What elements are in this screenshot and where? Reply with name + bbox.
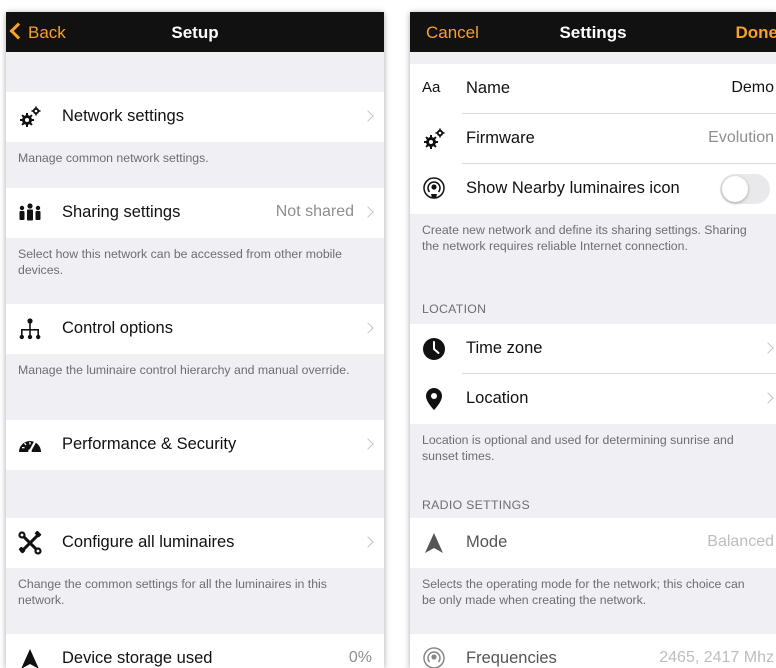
show-nearby-toggle[interactable] — [720, 174, 770, 204]
frequencies-row: Frequencies 2465, 2417 Mhz — [410, 634, 776, 668]
settings-screen: Cancel Settings Done Aa Name Demo Firmwa… — [410, 12, 776, 668]
navigation-bar: Back Setup — [6, 12, 384, 52]
firmware-value: Evolution — [708, 129, 774, 146]
configure-all-note: Change the common settings for all the l… — [18, 577, 327, 607]
mode-row: Mode Balanced — [410, 518, 776, 568]
performance-security-row[interactable]: Performance & Security — [6, 420, 384, 470]
page-title: Setup — [171, 23, 219, 42]
gears-icon — [20, 106, 41, 127]
network-settings-note: Manage common network settings. — [18, 151, 209, 165]
show-nearby-label: Show Nearby luminaires icon — [466, 179, 680, 197]
arrow-up-icon — [21, 649, 39, 668]
name-label: Name — [466, 79, 511, 97]
chevron-right-icon — [362, 110, 374, 122]
location-note: Location is optional and used for determ… — [422, 433, 734, 463]
firmware-label: Firmware — [466, 129, 535, 147]
setup-screen: Back Setup Network settings Manage commo… — [6, 12, 384, 668]
device-storage-value: 0% — [348, 649, 372, 666]
chevron-right-icon — [762, 392, 774, 404]
frequencies-label: Frequencies — [466, 649, 557, 667]
network-settings-label: Network settings — [62, 107, 184, 125]
control-options-row[interactable]: Control options — [6, 304, 384, 354]
performance-security-label: Performance & Security — [62, 435, 237, 453]
section-header-location: LOCATION — [422, 302, 487, 316]
section-header-radio: RADIO SETTINGS — [422, 498, 531, 512]
device-storage-label: Device storage used — [62, 649, 213, 667]
name-value: Demo — [731, 79, 774, 96]
sharing-settings-note: Select how this network can be accessed … — [18, 247, 342, 277]
mode-label: Mode — [466, 533, 508, 551]
nearby-note: Create new network and define its sharin… — [422, 223, 747, 253]
device-storage-row: Device storage used 0% — [6, 634, 384, 668]
name-row[interactable]: Aa Name Demo — [410, 64, 776, 114]
network-settings-row[interactable]: Network settings — [6, 92, 384, 142]
speedometer-icon — [19, 440, 41, 453]
chevron-right-icon — [762, 342, 774, 354]
location-label: Location — [466, 389, 529, 407]
time-zone-row[interactable]: Time zone — [410, 324, 776, 374]
tools-icon — [18, 531, 42, 555]
control-options-label: Control options — [62, 319, 173, 337]
frequencies-value: 2465, 2417 Mhz — [659, 649, 774, 666]
page-title: Settings — [559, 23, 627, 42]
people-icon — [19, 203, 41, 221]
chevron-right-icon — [362, 206, 374, 218]
time-zone-label: Time zone — [466, 339, 543, 357]
clock-icon — [423, 338, 445, 360]
chevron-right-icon — [362, 438, 374, 450]
configure-all-row[interactable]: Configure all luminaires — [6, 518, 384, 568]
show-nearby-row: Show Nearby luminaires icon — [410, 164, 776, 214]
done-button[interactable]: Done — [736, 23, 776, 43]
mode-value: Balanced — [707, 533, 774, 550]
sharing-settings-row[interactable]: Sharing settings Not shared — [6, 188, 384, 238]
toggle-knob — [722, 176, 748, 202]
firmware-row: Firmware Evolution — [410, 114, 776, 164]
gears-icon — [424, 128, 445, 149]
hierarchy-icon — [19, 318, 41, 340]
sharing-settings-label: Sharing settings — [62, 203, 181, 221]
broadcast-icon — [423, 647, 445, 668]
navigation-bar: Cancel Settings Done — [410, 12, 776, 52]
chevron-right-icon — [362, 536, 374, 548]
mode-note: Selects the operating mode for the netwo… — [422, 577, 745, 607]
chevron-right-icon — [362, 322, 374, 334]
map-pin-icon — [426, 388, 442, 410]
text-format-icon: Aa — [422, 79, 441, 96]
control-options-note: Manage the luminaire control hierarchy a… — [18, 363, 350, 377]
broadcast-icon — [423, 177, 445, 199]
sharing-status: Not shared — [275, 203, 354, 220]
configure-all-label: Configure all luminaires — [62, 533, 235, 551]
arrow-up-icon — [425, 533, 443, 553]
location-row[interactable]: Location — [410, 374, 776, 424]
